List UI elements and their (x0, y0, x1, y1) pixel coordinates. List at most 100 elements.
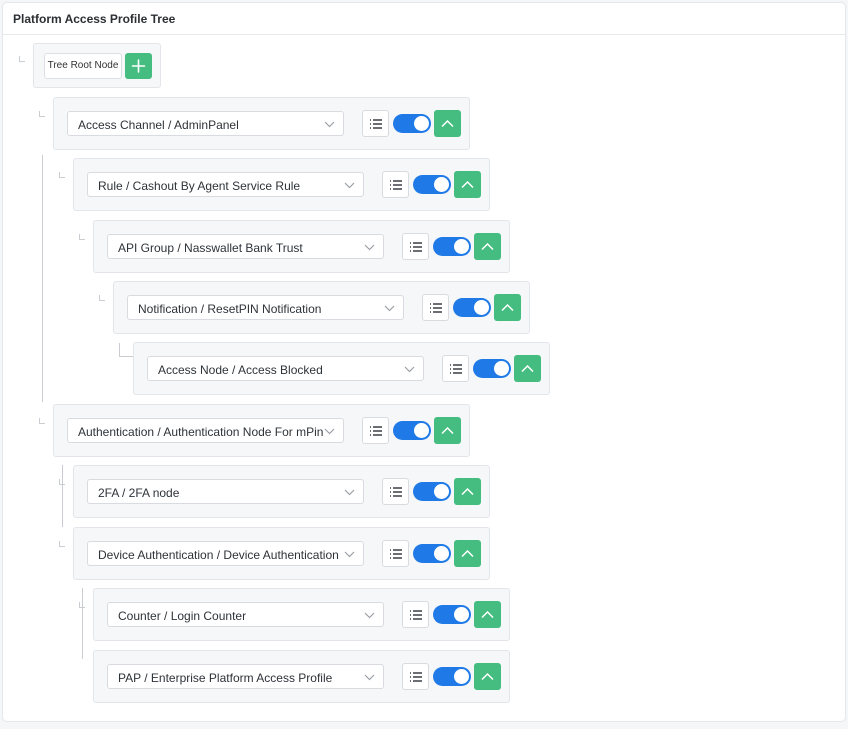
collapse-node-button[interactable] (514, 355, 541, 382)
chevron-up-icon (441, 426, 454, 435)
node-details-button[interactable] (402, 663, 429, 690)
collapse-node-button[interactable] (454, 540, 481, 567)
node-type-select[interactable]: Device Authentication / Device Authentic… (87, 541, 364, 566)
node-enabled-toggle[interactable] (433, 667, 471, 686)
node-details-button[interactable] (382, 171, 409, 198)
chevron-up-icon (461, 180, 474, 189)
tree-connector (79, 234, 85, 240)
panel-header: Platform Access Profile Tree (3, 3, 845, 35)
collapse-node-button[interactable] (494, 294, 521, 321)
chevron-up-icon (481, 242, 494, 251)
list-icon (450, 364, 462, 374)
node-type-select[interactable]: Authentication / Authentication Node For… (67, 418, 344, 443)
list-icon (410, 610, 422, 620)
tree-node: Notification / ResetPIN Notification (113, 281, 530, 334)
node-type-select[interactable]: PAP / Enterprise Platform Access Profile (107, 664, 384, 689)
collapse-node-button[interactable] (474, 663, 501, 690)
list-icon (390, 549, 402, 559)
list-icon (410, 242, 422, 252)
node-type-select[interactable]: Access Node / Access Blocked (147, 356, 424, 381)
node-details-button[interactable] (382, 540, 409, 567)
node-select-value: Counter / Login Counter (118, 609, 247, 623)
node-details-button[interactable] (362, 110, 389, 137)
collapse-node-button[interactable] (474, 233, 501, 260)
collapse-node-button[interactable] (454, 478, 481, 505)
chevron-up-icon (521, 364, 534, 373)
list-icon (370, 119, 382, 129)
list-icon (370, 426, 382, 436)
tree-guide-line (42, 155, 43, 402)
node-details-button[interactable] (442, 355, 469, 382)
chevron-down-icon (344, 489, 355, 496)
node-enabled-toggle[interactable] (433, 237, 471, 256)
node-select-value: Access Node / Access Blocked (158, 363, 323, 377)
root-node: Tree Root Node (33, 43, 161, 88)
collapse-node-button[interactable] (474, 601, 501, 628)
node-type-select[interactable]: API Group / Nasswallet Bank Trust (107, 234, 384, 259)
chevron-up-icon (461, 487, 474, 496)
node-details-button[interactable] (382, 478, 409, 505)
node-enabled-toggle[interactable] (473, 359, 511, 378)
list-icon (390, 487, 402, 497)
chevron-down-icon (344, 182, 355, 189)
node-enabled-toggle[interactable] (413, 482, 451, 501)
list-icon (430, 303, 442, 313)
chevron-down-icon (364, 674, 375, 681)
tree-connector (59, 479, 65, 485)
collapse-node-button[interactable] (434, 110, 461, 137)
list-icon (390, 180, 402, 190)
tree-connector (39, 111, 45, 117)
node-enabled-toggle[interactable] (453, 298, 491, 317)
tree-connector (19, 56, 25, 62)
node-select-value: API Group / Nasswallet Bank Trust (118, 241, 303, 255)
tree-node: Device Authentication / Device Authentic… (73, 527, 490, 580)
node-enabled-toggle[interactable] (393, 421, 431, 440)
tree-guide-line (62, 465, 63, 527)
list-icon (410, 672, 422, 682)
node-type-select[interactable]: Notification / ResetPIN Notification (127, 295, 404, 320)
chevron-down-icon (364, 612, 375, 619)
toggle-knob (434, 546, 449, 561)
node-select-value: Access Channel / AdminPanel (78, 118, 239, 132)
node-select-value: 2FA / 2FA node (98, 486, 180, 500)
node-enabled-toggle[interactable] (413, 544, 451, 563)
chevron-down-icon (324, 428, 335, 435)
node-enabled-toggle[interactable] (413, 175, 451, 194)
node-details-button[interactable] (402, 601, 429, 628)
node-details-button[interactable] (422, 294, 449, 321)
chevron-down-icon (324, 121, 335, 128)
root-node-button[interactable]: Tree Root Node (44, 53, 122, 79)
tree-guide-line (82, 588, 83, 659)
toggle-knob (434, 484, 449, 499)
node-select-value: Notification / ResetPIN Notification (138, 302, 322, 316)
node-details-button[interactable] (402, 233, 429, 260)
chevron-up-icon (501, 303, 514, 312)
toggle-knob (454, 669, 469, 684)
node-enabled-toggle[interactable] (433, 605, 471, 624)
node-type-select[interactable]: Rule / Cashout By Agent Service Rule (87, 172, 364, 197)
node-select-value: PAP / Enterprise Platform Access Profile (118, 671, 333, 685)
collapse-node-button[interactable] (454, 171, 481, 198)
tree-node: Rule / Cashout By Agent Service Rule (73, 158, 490, 211)
node-select-value: Authentication / Authentication Node For… (78, 425, 324, 439)
toggle-knob (494, 361, 509, 376)
toggle-knob (414, 423, 429, 438)
chevron-down-icon (404, 366, 415, 373)
node-enabled-toggle[interactable] (393, 114, 431, 133)
tree-node: Access Node / Access Blocked (133, 342, 550, 395)
node-type-select[interactable]: Access Channel / AdminPanel (67, 111, 344, 136)
node-details-button[interactable] (362, 417, 389, 444)
add-child-button[interactable] (125, 53, 152, 79)
collapse-node-button[interactable] (434, 417, 461, 444)
tree-node: PAP / Enterprise Platform Access Profile (93, 650, 510, 703)
tree-connector (39, 418, 45, 424)
tree-node: Authentication / Authentication Node For… (53, 404, 470, 457)
tree-connector (59, 541, 65, 547)
node-type-select[interactable]: Counter / Login Counter (107, 602, 384, 627)
panel-title: Platform Access Profile Tree (13, 12, 176, 26)
tree-connector (59, 172, 65, 178)
node-type-select[interactable]: 2FA / 2FA node (87, 479, 364, 504)
chevron-up-icon (481, 672, 494, 681)
plus-icon (131, 59, 146, 73)
node-select-value: Rule / Cashout By Agent Service Rule (98, 179, 301, 193)
